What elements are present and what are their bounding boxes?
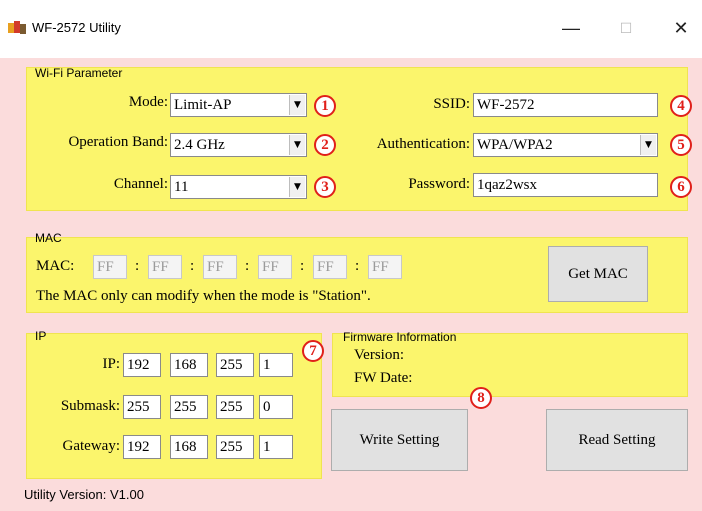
operation-band-label: Operation Band: <box>68 134 168 150</box>
channel-value: 11 <box>174 179 189 195</box>
firmware-version-label: Version: <box>354 347 404 363</box>
mac-octet-5: FF <box>313 255 347 279</box>
ssid-input[interactable]: WF-2572 <box>473 93 658 117</box>
gateway-octet-2[interactable]: 168 <box>170 435 208 459</box>
ip-octet-1[interactable]: 192 <box>123 353 161 377</box>
badge-2: 2 <box>314 134 336 156</box>
band-value: 2.4 GHz <box>174 137 225 153</box>
read-setting-button[interactable]: Read Setting <box>546 409 688 471</box>
chevron-down-icon[interactable]: ▼ <box>289 95 305 115</box>
mac-separator: : <box>135 258 140 274</box>
mac-separator: : <box>300 258 305 274</box>
badge-8: 8 <box>470 387 492 409</box>
ip-octet-4[interactable]: 1 <box>259 353 293 377</box>
authentication-label: Authentication: <box>376 136 470 152</box>
firmware-date-label: FW Date: <box>354 370 413 386</box>
badge-6: 6 <box>670 176 692 198</box>
firmware-group-label: Firmware Information <box>343 330 457 344</box>
chevron-down-icon[interactable]: ▼ <box>289 135 305 155</box>
mac-octet-6: FF <box>368 255 402 279</box>
mode-label: Mode: <box>128 94 168 110</box>
channel-label: Channel: <box>113 176 168 192</box>
submask-octet-3[interactable]: 255 <box>216 395 254 419</box>
utility-version: Utility Version: V1.00 <box>24 487 144 502</box>
mac-label: MAC: <box>36 258 75 274</box>
title-bar: WF-2572 Utility — ☐ ✕ <box>0 0 702 58</box>
badge-7: 7 <box>302 340 324 362</box>
chevron-down-icon[interactable]: ▼ <box>640 135 656 155</box>
operation-band-select[interactable]: 2.4 GHz ▼ <box>170 133 307 157</box>
mac-octet-1: FF <box>93 255 127 279</box>
submask-octet-4[interactable]: 0 <box>259 395 293 419</box>
app-icon <box>8 21 26 34</box>
submask-octet-1[interactable]: 255 <box>123 395 161 419</box>
badge-1: 1 <box>314 95 336 117</box>
mac-octet-2: FF <box>148 255 182 279</box>
mac-separator: : <box>190 258 195 274</box>
ip-label: IP: <box>102 356 120 372</box>
badge-4: 4 <box>670 95 692 117</box>
submask-label: Submask: <box>60 398 120 414</box>
password-label: Password: <box>408 176 470 192</box>
mac-group-label: MAC <box>35 231 62 245</box>
window-title: WF-2572 Utility <box>32 20 121 35</box>
gateway-octet-3[interactable]: 255 <box>216 435 254 459</box>
chevron-down-icon[interactable]: ▼ <box>289 177 305 197</box>
mac-octet-3: FF <box>203 255 237 279</box>
channel-select[interactable]: 11 ▼ <box>170 175 307 199</box>
submask-octet-2[interactable]: 255 <box>170 395 208 419</box>
ssid-label: SSID: <box>433 96 470 112</box>
gateway-octet-4[interactable]: 1 <box>259 435 293 459</box>
maximize-button[interactable]: ☐ <box>608 14 644 42</box>
get-mac-button[interactable]: Get MAC <box>548 246 648 302</box>
wifi-group-label: Wi-Fi Parameter <box>35 66 123 80</box>
mac-separator: : <box>245 258 250 274</box>
auth-value: WPA/WPA2 <box>477 137 553 153</box>
write-setting-button[interactable]: Write Setting <box>331 409 468 471</box>
mode-value: Limit-AP <box>174 97 232 113</box>
mode-select[interactable]: Limit-AP ▼ <box>170 93 307 117</box>
mac-octet-4: FF <box>258 255 292 279</box>
mac-note: The MAC only can modify when the mode is… <box>36 288 371 304</box>
gateway-octet-1[interactable]: 192 <box>123 435 161 459</box>
password-input[interactable]: 1qaz2wsx <box>473 173 658 197</box>
ip-octet-3[interactable]: 255 <box>216 353 254 377</box>
mac-separator: : <box>355 258 360 274</box>
minimize-button[interactable]: — <box>553 14 589 42</box>
ip-group-label: IP <box>35 329 47 343</box>
badge-3: 3 <box>314 176 336 198</box>
badge-5: 5 <box>670 134 692 156</box>
ip-octet-2[interactable]: 168 <box>170 353 208 377</box>
close-button[interactable]: ✕ <box>663 14 699 42</box>
gateway-label: Gateway: <box>62 438 120 454</box>
authentication-select[interactable]: WPA/WPA2 ▼ <box>473 133 658 157</box>
